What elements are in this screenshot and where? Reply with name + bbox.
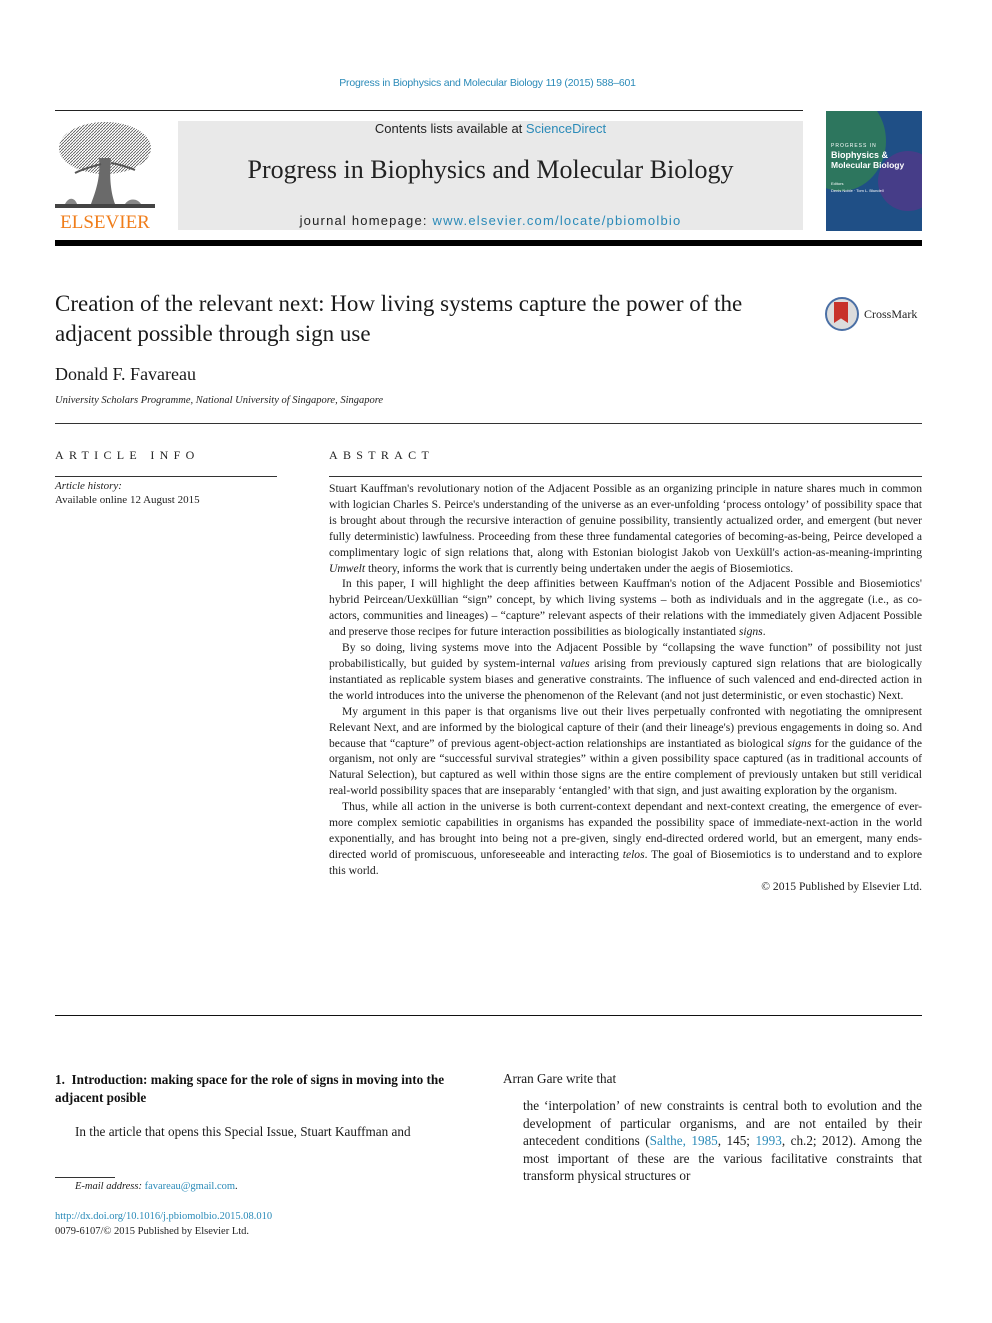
email-link[interactable]: favareau@gmail.com [145, 1181, 235, 1192]
cover-text: Biophysics & [831, 150, 889, 160]
divider [329, 476, 922, 477]
issn-copyright: 0079-6107/© 2015 Published by Elsevier L… [55, 1226, 250, 1237]
abstract-copyright: © 2015 Published by Elsevier Ltd. [761, 879, 922, 893]
footnote-email: E-mail address: favareau@gmail.com. [75, 1181, 238, 1192]
citation-link[interactable]: Salthe, 1985 [650, 1133, 718, 1148]
cover-text: Denis Noble · Tom L. Blundell [831, 188, 884, 193]
contents-line: Contents lists available at ScienceDirec… [178, 121, 803, 136]
abstract-paragraph: My argument in this paper is that organi… [329, 704, 922, 799]
email-suffix: . [235, 1181, 238, 1192]
cover-text: PROGRESS IN [831, 143, 877, 149]
article-title: Creation of the relevant next: How livin… [55, 291, 743, 346]
abstract-emphasis: values [559, 656, 590, 670]
abstract-text: In this paper, I will highlight the deep… [329, 577, 922, 639]
abstract-paragraph: In this paper, I will highlight the deep… [329, 576, 922, 640]
homepage-prefix: journal homepage: [299, 213, 433, 228]
abstract-paragraph: Thus, while all action in the universe i… [329, 799, 922, 879]
abstract-emphasis: telos [622, 847, 645, 861]
sciencedirect-link[interactable]: ScienceDirect [526, 121, 606, 136]
divider [55, 423, 922, 424]
citation-link[interactable]: 1993 [755, 1133, 781, 1148]
homepage-line: journal homepage: www.elsevier.com/locat… [178, 213, 803, 228]
crossmark-label: CrossMark [864, 307, 918, 321]
footnote-rule [55, 1177, 115, 1178]
block-quote: the ‘interpolation’ of new constraints i… [523, 1097, 922, 1185]
elsevier-wordmark: ELSEVIER [60, 212, 150, 233]
abstract-text: . [762, 625, 766, 639]
abstract-paragraph: Stuart Kauffman's revolutionary notion o… [329, 481, 922, 576]
article-info-heading: ARTICLE INFO [55, 448, 200, 462]
journal-homepage-link[interactable]: www.elsevier.com/locate/pbiomolbio [433, 213, 682, 228]
abstract-emphasis: Umwelt [329, 561, 366, 575]
body-paragraph: Arran Gare write that [503, 1071, 617, 1086]
abstract-text: theory, informs the work that is current… [365, 561, 794, 575]
abstract-text: Stuart Kauffman's revolutionary notion o… [329, 482, 922, 559]
email-label: E-mail address: [75, 1181, 142, 1192]
abstract-emphasis: signs [738, 625, 763, 639]
article-history-value: Available online 12 August 2015 [55, 494, 200, 506]
quote-text: , 145; [717, 1133, 756, 1149]
crossmark-button[interactable]: CrossMark [825, 297, 925, 335]
abstract-paragraph: By so doing, living systems move into th… [329, 640, 922, 704]
section-heading: 1. Introduction: making space for the ro… [55, 1072, 445, 1105]
abstract-emphasis: signs [787, 736, 812, 750]
divider [55, 476, 277, 477]
divider [55, 1015, 922, 1016]
masthead-thick-rule [55, 240, 922, 246]
author-affiliation: University Scholars Programme, National … [55, 395, 384, 406]
running-head-citation[interactable]: Progress in Biophysics and Molecular Bio… [0, 77, 975, 89]
journal-cover-thumbnail[interactable]: PROGRESS IN Biophysics & Molecular Biolo… [826, 111, 922, 231]
contents-prefix: Contents lists available at [374, 121, 526, 136]
top-rule [55, 110, 803, 111]
abstract-heading: ABSTRACT [329, 448, 435, 462]
article-history-label: Article history: [55, 480, 122, 492]
cover-text: Molecular Biology [831, 160, 905, 170]
doi-link[interactable]: http://dx.doi.org/10.1016/j.pbiomolbio.2… [55, 1211, 272, 1222]
body-paragraph: In the article that opens this Special I… [75, 1124, 411, 1139]
author-name: Donald F. Favareau [55, 364, 197, 384]
tree-icon [55, 122, 155, 208]
abstract-body: Stuart Kauffman's revolutionary notion o… [329, 481, 922, 895]
journal-title: Progress in Biophysics and Molecular Bio… [247, 155, 734, 184]
cover-text: Editors [831, 181, 844, 186]
